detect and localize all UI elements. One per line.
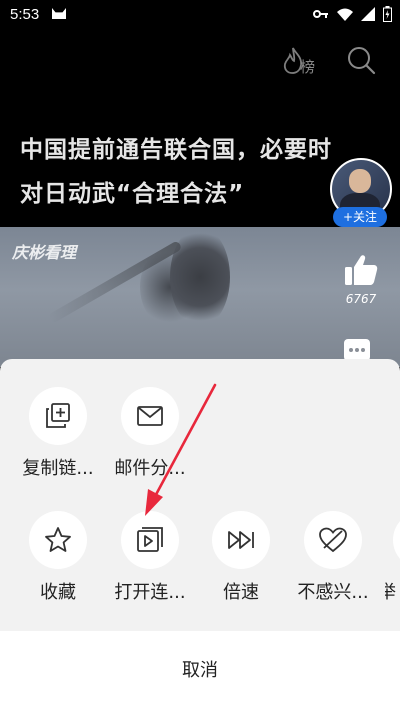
continuous-play-circle [121,511,179,569]
email-circle [121,387,179,445]
follow-button[interactable]: +关注 [333,207,387,227]
favorite-button[interactable]: 收藏 [18,511,98,604]
email-share-button[interactable]: 邮件分... [110,387,190,480]
copy-link-icon [46,403,70,428]
channel-watermark: 庆彬看理 [12,243,77,262]
search-button[interactable] [346,45,378,77]
not-interested-icon [319,527,347,553]
report-circle [393,511,400,569]
wifi-icon [337,8,353,21]
email-share-label: 邮件分... [114,458,186,479]
report-label: 举 [385,582,396,603]
share-row-2: 收藏 打开连... 倍速 不感兴... 举 [0,511,400,611]
rank-label: 榜 [300,58,316,76]
comment-icon [344,339,370,361]
open-continuous-play-icon [137,527,163,552]
cancel-button[interactable]: 取消 [0,631,400,711]
like-button[interactable]: 6767 [338,254,384,306]
star-icon [45,527,71,552]
smoke-plume [170,227,230,327]
battery-icon [383,6,392,22]
copy-link-circle [29,387,87,445]
status-icons [313,6,392,22]
search-icon [348,47,376,75]
favorite-circle [29,511,87,569]
ranking-button[interactable]: 榜 [282,44,324,78]
favorite-label: 收藏 [40,582,76,603]
status-time: 5:53 [10,6,40,23]
playback-speed-button[interactable]: 倍速 [201,511,281,604]
notification-cat-icon [52,8,66,19]
email-icon [137,406,163,426]
playback-speed-circle [212,511,270,569]
continuous-play-button[interactable]: 打开连... [110,511,190,604]
vpn-key-icon [313,10,328,18]
copy-link-button[interactable]: 复制链... [18,387,98,480]
not-interested-circle [304,511,362,569]
copy-link-label: 复制链... [22,458,94,479]
like-count: 6767 [345,292,377,306]
status-bar: 5:53 [0,0,400,28]
avatar-face [349,169,371,193]
report-button[interactable]: 举 [385,511,400,604]
not-interested-button[interactable]: 不感兴... [293,511,373,604]
playback-speed-label: 倍速 [223,582,259,603]
video-headline[interactable]: 中国提前通告联合国，必要时对日动武“合理合法” [20,128,350,216]
continuous-play-label: 打开连... [114,582,186,603]
share-row-1: 复制链... 邮件分... [0,387,400,487]
speed-icon [228,531,254,549]
thumbs-up-icon [345,255,378,285]
signal-icon [361,7,375,21]
not-interested-label: 不感兴... [297,582,369,603]
cancel-area: 取消 [0,631,400,711]
